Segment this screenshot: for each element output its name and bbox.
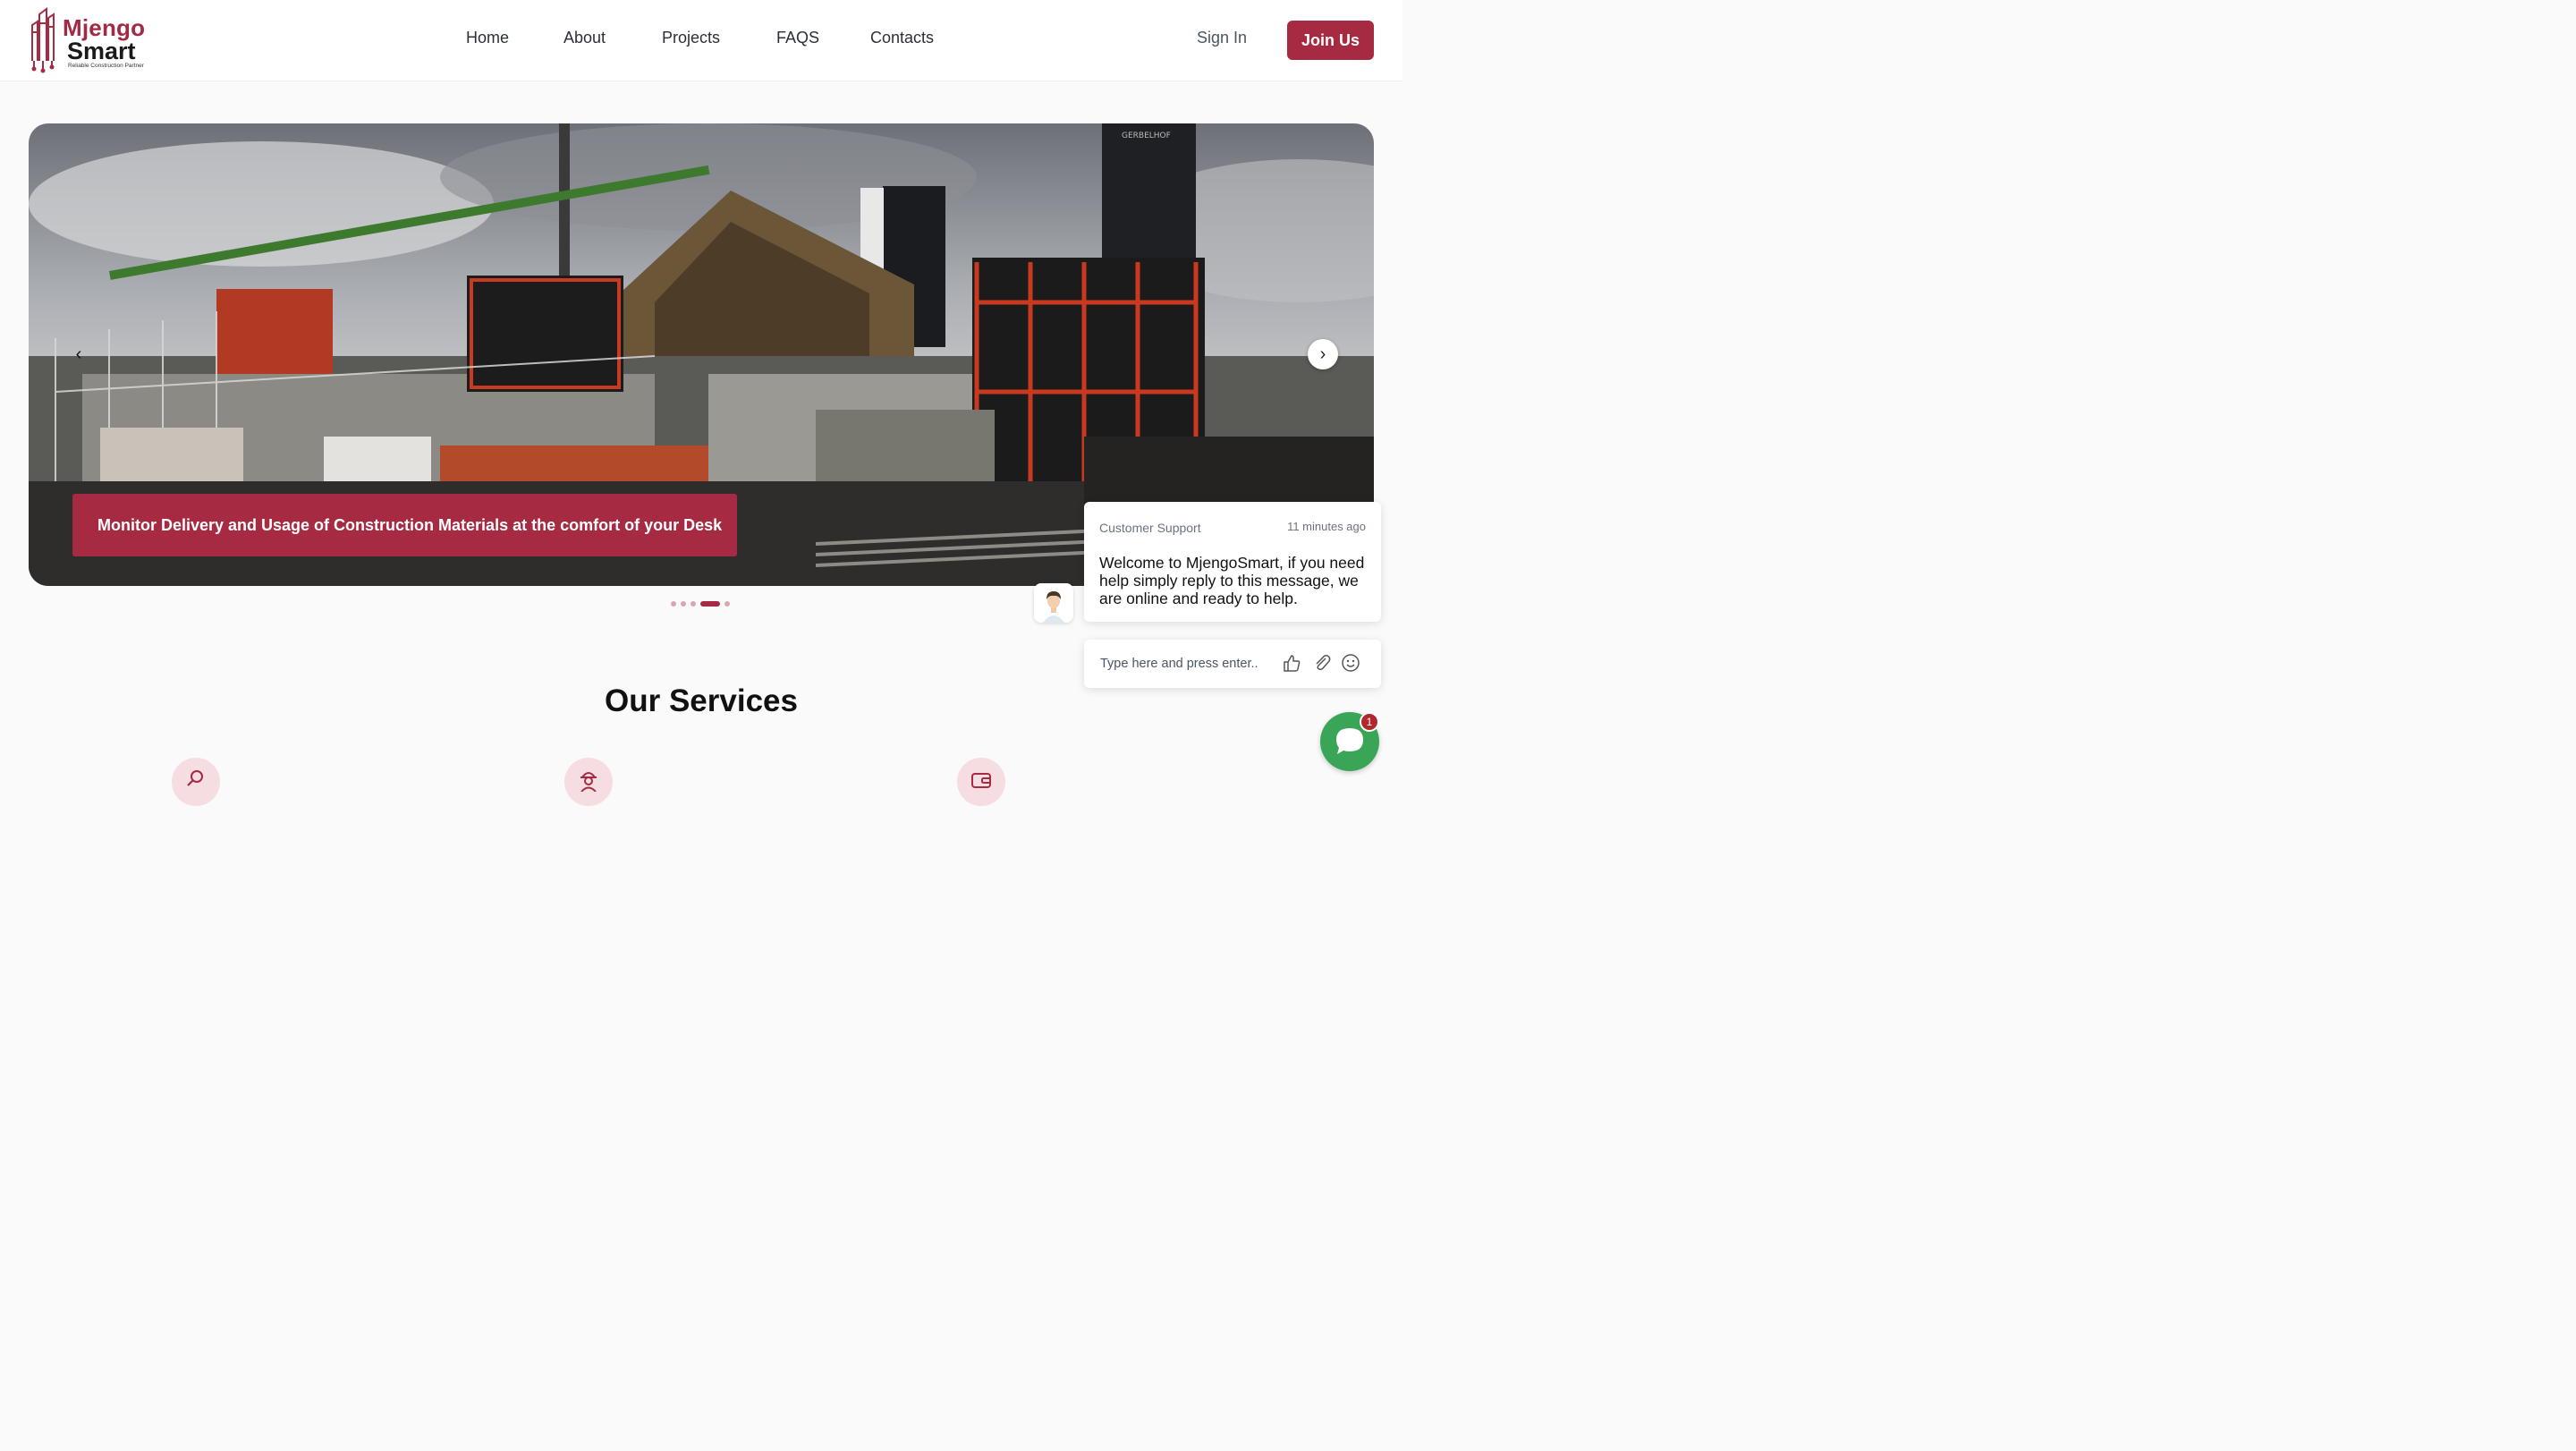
- chat-input-box[interactable]: Type here and press enter..: [1084, 640, 1381, 688]
- thumbs-up-icon[interactable]: [1282, 653, 1301, 673]
- carousel-dot[interactable]: [671, 601, 676, 607]
- wallet-icon: [971, 773, 991, 788]
- carousel-dot[interactable]: [691, 601, 696, 607]
- search-document-icon: [187, 770, 203, 786]
- service-icon-1: [172, 758, 220, 806]
- unread-badge: 1: [1360, 712, 1379, 732]
- chat-message: Welcome to MjengoSmart, if you need help…: [1099, 554, 1365, 607]
- site-header: Mjengo Smart Reliable Construction Partn…: [0, 0, 1402, 81]
- chevron-left-icon: ‹: [75, 344, 82, 364]
- carousel-dot[interactable]: [724, 601, 730, 607]
- service-icon-3: [957, 758, 1005, 806]
- agent-avatar: [1034, 583, 1073, 623]
- join-us-button[interactable]: Join Us: [1287, 21, 1374, 60]
- logo[interactable]: Mjengo Smart Reliable Construction Partn…: [25, 5, 159, 75]
- logo-building-icon: [31, 7, 55, 73]
- brand-name-line2: Smart: [67, 38, 136, 64]
- carousel-indicators: [671, 600, 730, 607]
- carousel-prev-button[interactable]: ‹: [64, 339, 94, 369]
- nav-about[interactable]: About: [564, 29, 606, 52]
- emoji-icon[interactable]: [1341, 653, 1360, 673]
- sign-in-link[interactable]: Sign In: [1197, 29, 1247, 47]
- service-icon-2: [564, 758, 613, 806]
- worker-icon: [580, 772, 597, 792]
- chat-input-placeholder[interactable]: Type here and press enter..: [1100, 657, 1258, 671]
- hero-caption: Monitor Delivery and Usage of Constructi…: [72, 494, 737, 556]
- support-agent-avatar-icon: [1034, 583, 1073, 623]
- chat-sender: Customer Support: [1099, 521, 1201, 535]
- nav-faqs[interactable]: FAQS: [776, 29, 819, 52]
- chevron-right-icon: ›: [1319, 344, 1326, 364]
- attachment-icon[interactable]: [1312, 653, 1332, 673]
- brand-tagline: Reliable Construction Partner: [68, 63, 144, 69]
- carousel-dot-active[interactable]: [700, 601, 720, 607]
- chat-message-card: Customer Support 11 minutes ago Welcome …: [1084, 502, 1381, 622]
- services-title: Our Services: [605, 683, 798, 718]
- carousel-next-button[interactable]: ›: [1308, 339, 1338, 369]
- nav-home[interactable]: Home: [466, 29, 509, 52]
- silo-text: GERBELHOF: [1122, 132, 1171, 140]
- chat-timestamp: 11 minutes ago: [1287, 520, 1366, 533]
- carousel-dot[interactable]: [681, 601, 686, 607]
- nav-projects[interactable]: Projects: [662, 29, 720, 52]
- nav-contacts[interactable]: Contacts: [870, 29, 934, 52]
